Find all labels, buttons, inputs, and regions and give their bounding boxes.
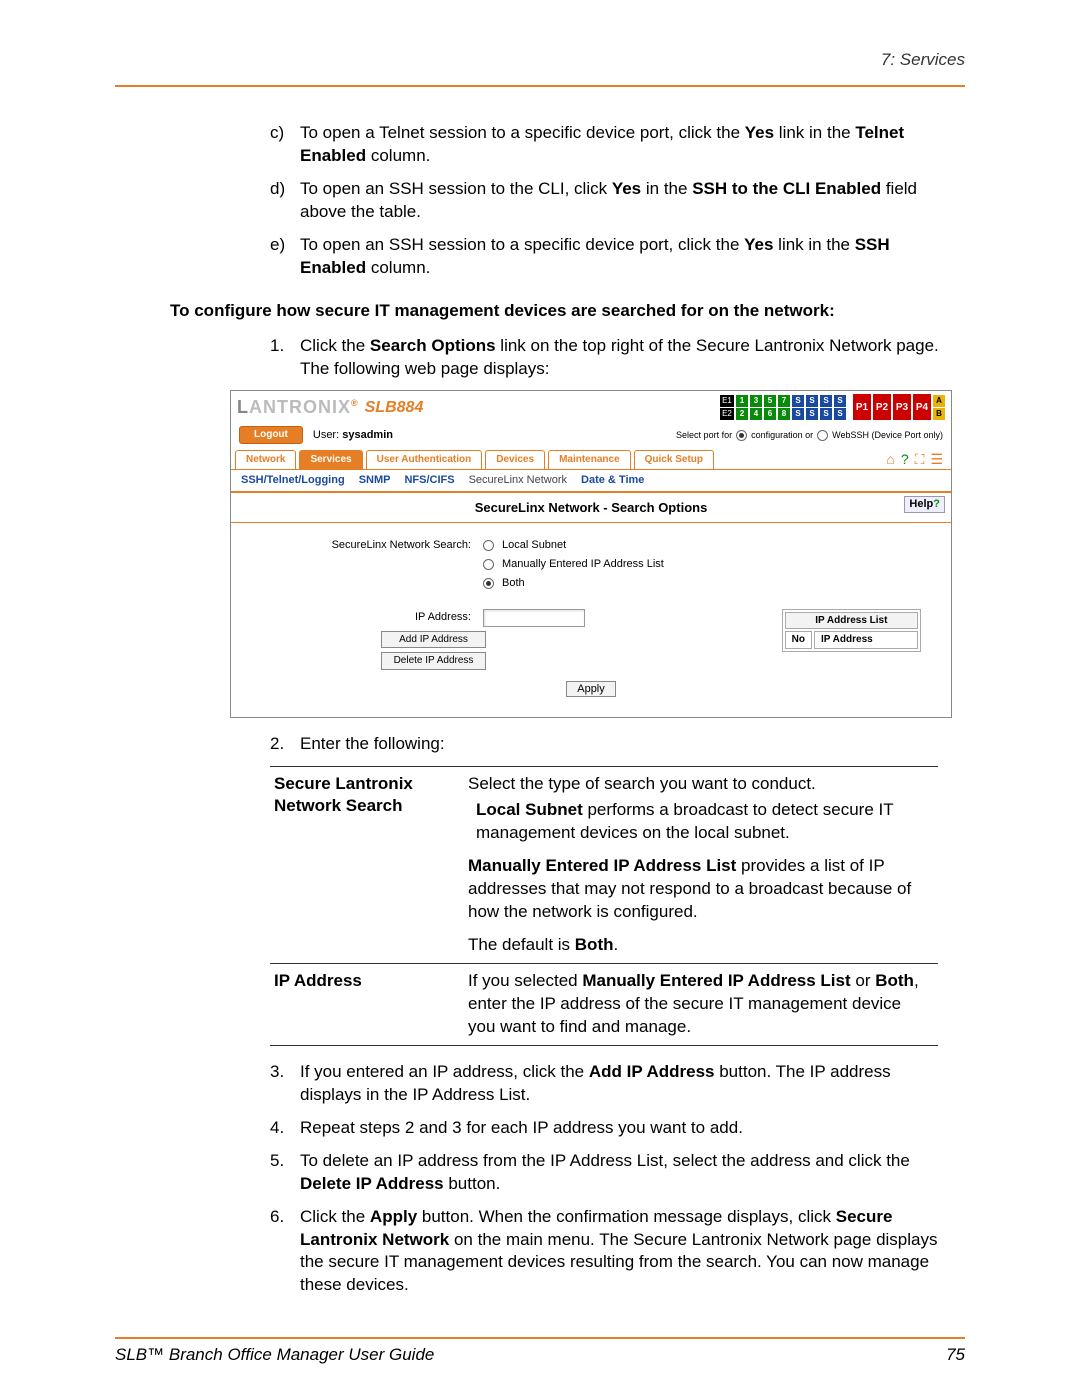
subtab-securelinx[interactable]: SecureLinx Network — [469, 473, 567, 488]
port-p3[interactable]: P3 — [893, 394, 911, 420]
port-5[interactable]: 5 — [764, 395, 776, 407]
tab-maintenance[interactable]: Maintenance — [548, 450, 631, 469]
port-s1[interactable]: S — [792, 395, 804, 407]
opt-row1-desc: Select the type of search you want to co… — [464, 766, 938, 964]
radio-configuration[interactable] — [736, 430, 747, 441]
list-icon[interactable]: ☰ — [930, 450, 943, 469]
ip-address-input[interactable] — [483, 609, 585, 627]
port-s7[interactable]: S — [834, 395, 846, 407]
port-p4[interactable]: P4 — [913, 394, 931, 420]
step-c: c) To open a Telnet session to a specifi… — [270, 122, 945, 168]
radio-webssh[interactable] — [817, 430, 828, 441]
home-icon[interactable]: ⌂ — [886, 450, 894, 469]
step-d: d) To open an SSH session to the CLI, cl… — [270, 178, 945, 224]
port-s8[interactable]: S — [834, 408, 846, 420]
step-4: 4. Repeat steps 2 and 3 for each IP addr… — [270, 1117, 945, 1140]
radio-both[interactable] — [483, 578, 494, 589]
footer-page: 75 — [946, 1345, 965, 1365]
subtab-ssh[interactable]: SSH/Telnet/Logging — [241, 473, 345, 488]
step-5: 5. To delete an IP address from the IP A… — [270, 1150, 945, 1196]
marker-d: d) — [270, 178, 300, 224]
search-label: SecureLinx Network Search: — [261, 538, 483, 591]
step-6: 6. Click the Apply button. When the conf… — [270, 1206, 945, 1298]
logo-icon: LANTRONIX® — [237, 395, 359, 419]
port-3[interactable]: 3 — [750, 395, 762, 407]
opt-row1-label: Secure Lantronix Network Search — [270, 766, 464, 964]
footer-title: SLB™ Branch Office Manager User Guide — [115, 1345, 434, 1365]
help-button[interactable]: Help? — [904, 496, 945, 513]
panel-title: SecureLinx Network - Search Options Help… — [231, 492, 951, 523]
port-p2[interactable]: P2 — [873, 394, 891, 420]
help-icon[interactable]: ? — [901, 450, 909, 469]
add-ip-button[interactable]: Add IP Address — [381, 631, 486, 649]
port-1[interactable]: 1 — [736, 395, 748, 407]
step-3: 3. If you entered an IP address, click t… — [270, 1061, 945, 1107]
opt-row2-label: IP Address — [270, 964, 464, 1046]
port-a[interactable]: A — [933, 395, 945, 407]
port-s2[interactable]: S — [792, 408, 804, 420]
port-4[interactable]: 4 — [750, 408, 762, 420]
port-s6[interactable]: S — [820, 408, 832, 420]
logout-button[interactable]: Logout — [239, 426, 303, 444]
apply-button[interactable]: Apply — [566, 681, 616, 697]
radio-manual-ip[interactable] — [483, 559, 494, 570]
port-7[interactable]: 7 — [778, 395, 790, 407]
subtab-snmp[interactable]: SNMP — [359, 473, 391, 488]
tab-services[interactable]: Services — [299, 450, 362, 469]
subtab-nfs[interactable]: NFS/CIFS — [404, 473, 454, 488]
port-p1[interactable]: P1 — [853, 394, 871, 420]
step-2: 2. Enter the following: — [270, 733, 945, 756]
select-port-option: Select port for configuration or WebSSH … — [676, 429, 943, 441]
port-indicator-block: E1E2 12 34 56 78 SS SS SS SS P1 P2 P3 P4… — [720, 394, 945, 420]
opt-row2-desc: If you selected Manually Entered IP Addr… — [464, 964, 938, 1046]
ip-address-list-table: IP Address List NoIP Address — [782, 609, 921, 652]
step-e: e) To open an SSH session to a specific … — [270, 234, 945, 280]
tab-quick-setup[interactable]: Quick Setup — [634, 450, 714, 469]
screenshot-panel: LANTRONIX® SLB884 E1E2 12 34 56 78 SS SS… — [230, 390, 952, 717]
tab-network[interactable]: Network — [235, 450, 296, 469]
port-8[interactable]: 8 — [778, 408, 790, 420]
marker-e: e) — [270, 234, 300, 280]
radio-local-subnet[interactable] — [483, 540, 494, 551]
header-rule — [115, 85, 965, 87]
port-b[interactable]: B — [933, 408, 945, 420]
tab-devices[interactable]: Devices — [485, 450, 545, 469]
product-name: SLB884 — [365, 397, 424, 419]
user-label: User: sysadmin — [313, 428, 393, 443]
port-s4[interactable]: S — [806, 408, 818, 420]
delete-ip-button[interactable]: Delete IP Address — [381, 652, 486, 670]
port-s5[interactable]: S — [820, 395, 832, 407]
port-2[interactable]: 2 — [736, 408, 748, 420]
ip-address-label: IP Address: — [261, 610, 483, 625]
expand-icon[interactable]: ⛶ — [915, 450, 925, 469]
tab-user-auth[interactable]: User Authentication — [366, 450, 483, 469]
subtab-datetime[interactable]: Date & Time — [581, 473, 644, 488]
marker-c: c) — [270, 122, 300, 168]
port-s3[interactable]: S — [806, 395, 818, 407]
port-6[interactable]: 6 — [764, 408, 776, 420]
step-1: 1. Click the Search Options link on the … — [270, 335, 945, 381]
options-table: Secure Lantronix Network Search Select t… — [270, 766, 938, 1046]
chapter-header: 7: Services — [115, 50, 965, 70]
section-heading: To configure how secure IT management de… — [170, 300, 945, 323]
